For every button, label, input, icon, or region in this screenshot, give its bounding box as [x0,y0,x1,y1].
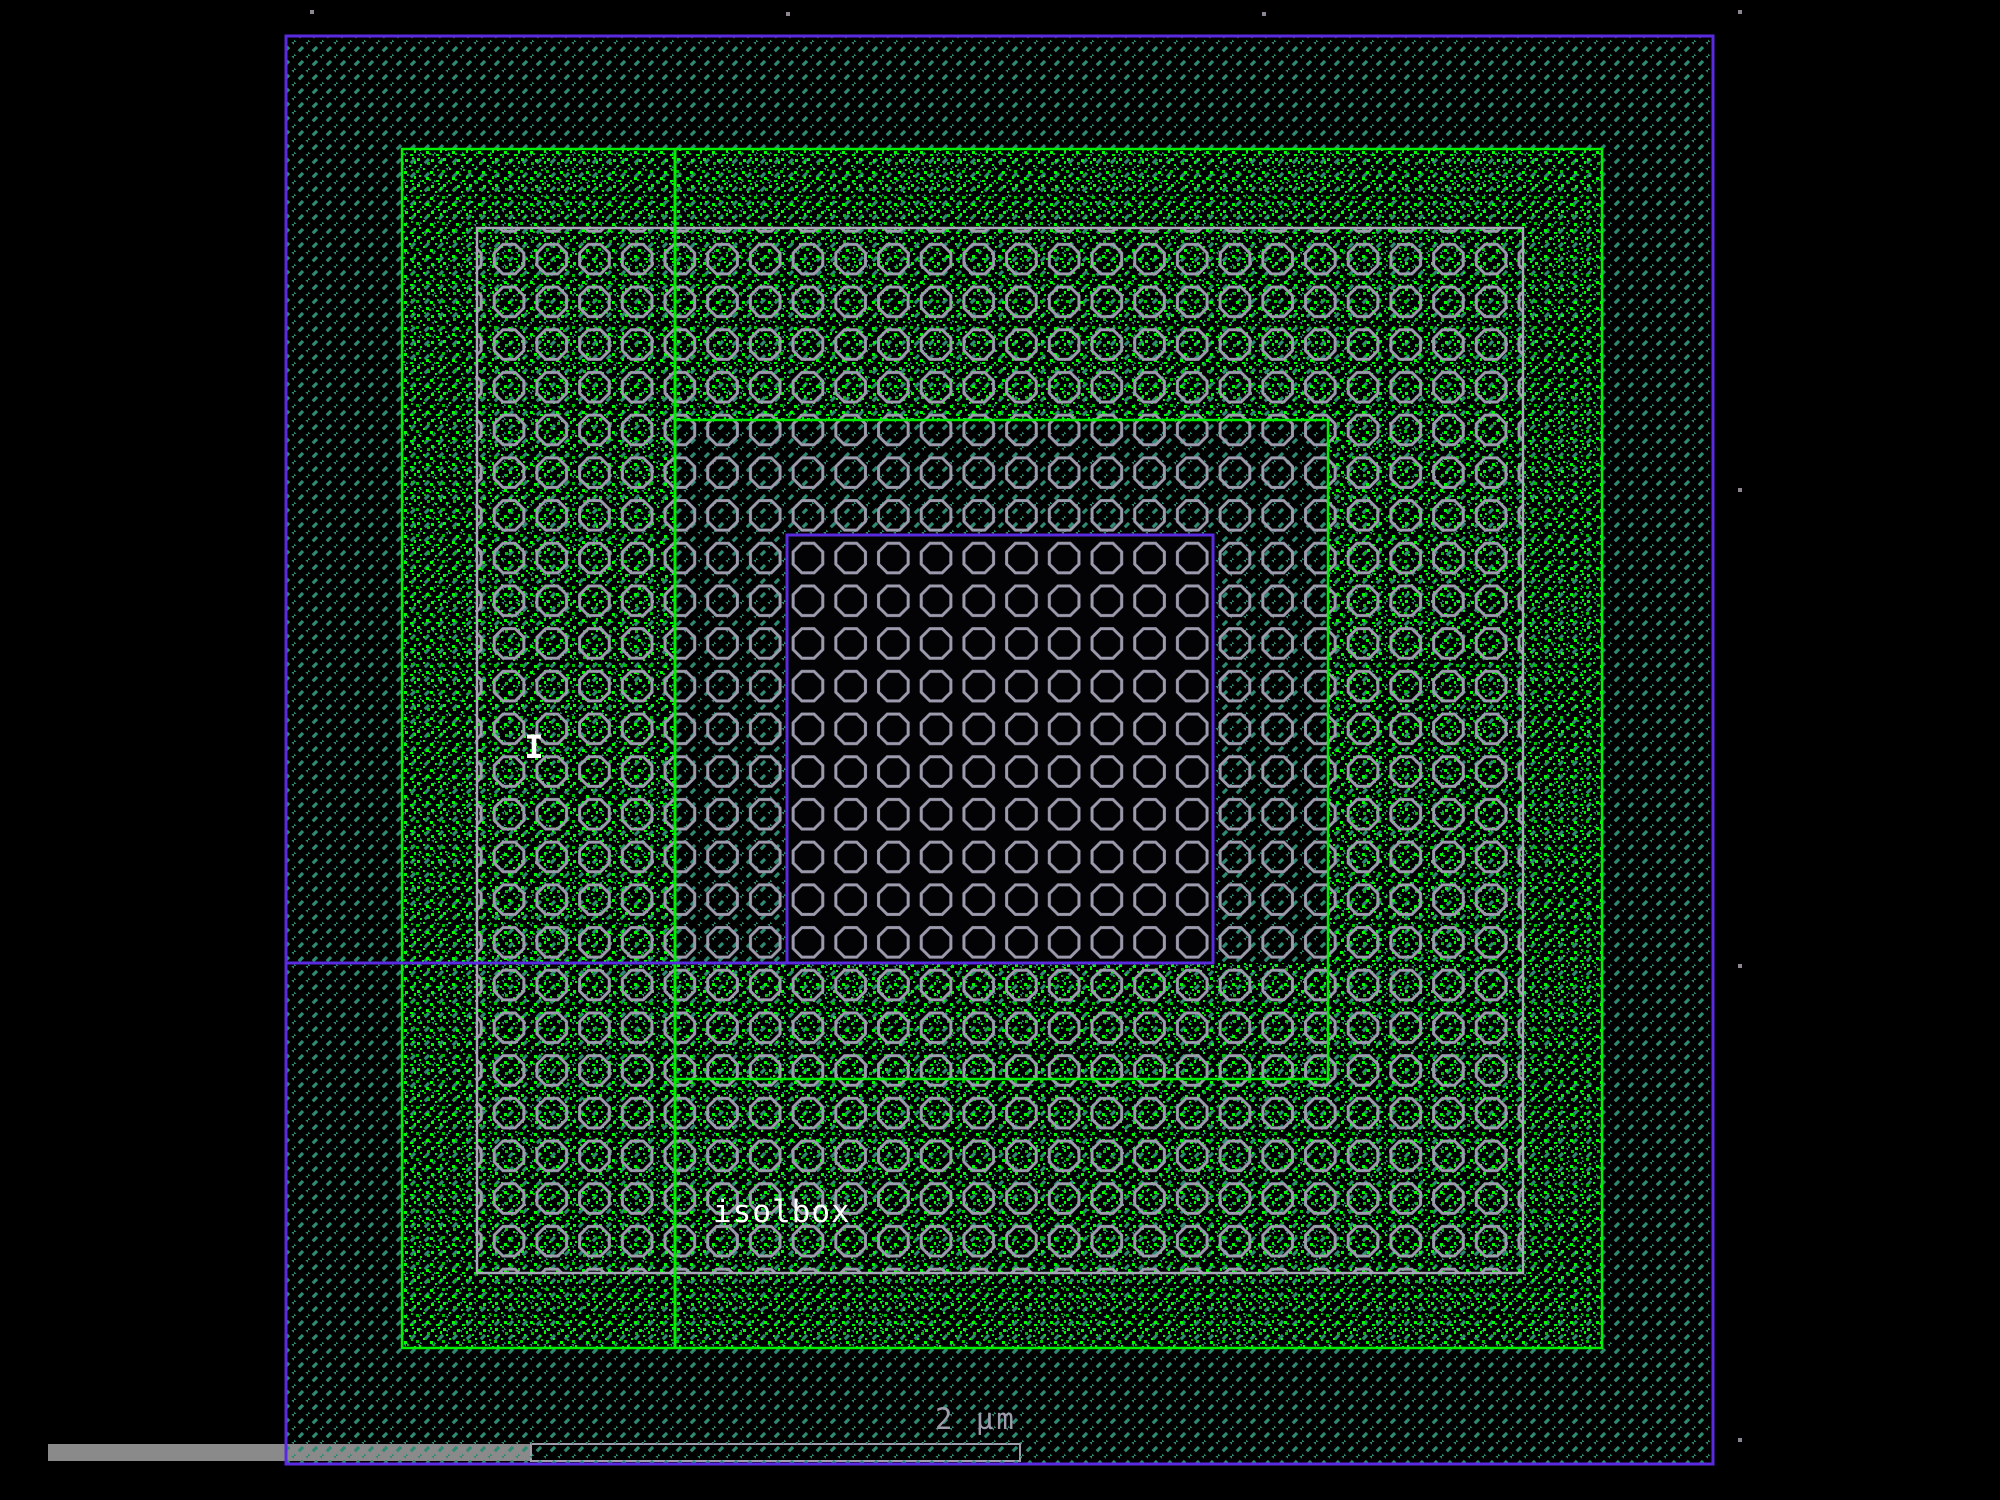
grid-dot [1738,10,1742,14]
grid-dot [1738,488,1742,492]
center-cavity-region [787,535,1213,963]
layout-drawing: I isolbox 2 µm [0,0,2000,1500]
grid-dot [1738,964,1742,968]
grid-dot [1262,12,1266,16]
grid-dot [786,12,790,16]
scale-bar-label: 2 µm [935,1402,1017,1436]
text-cursor-ibeam[interactable]: I [524,728,543,766]
layout-editor-canvas[interactable]: I isolbox 2 µm [0,0,2000,1500]
grid-dot [1738,1438,1742,1442]
grid-dot [310,10,314,14]
cell-name-label: isolbox [713,1194,851,1230]
